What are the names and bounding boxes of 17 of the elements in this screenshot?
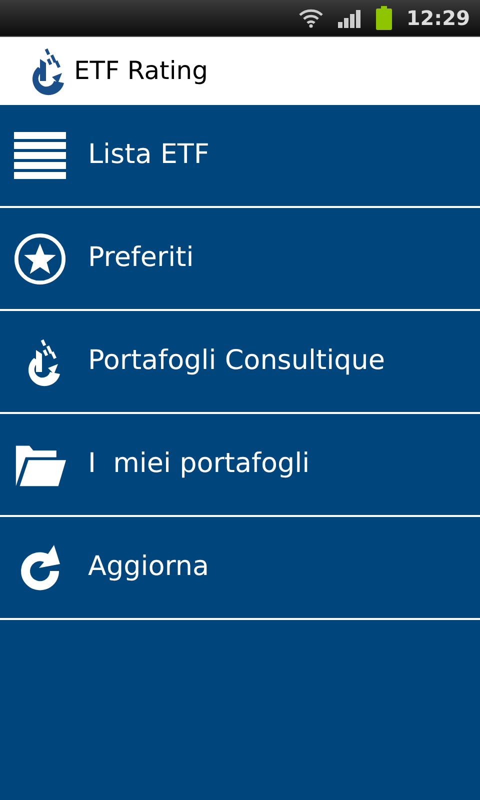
- menu-item[interactable]: Portafogli Consultique: [0, 311, 480, 414]
- menu-label: I miei portafogli: [88, 447, 310, 482]
- menu-label: Lista ETF: [88, 138, 210, 172]
- app-title: ETF Rating: [74, 55, 208, 88]
- menu-label: Portafogli Consultique: [88, 344, 385, 378]
- menu-label: Preferiti: [88, 241, 194, 276]
- menu-item[interactable]: I miei portafogli: [0, 414, 480, 517]
- menu-item[interactable]: Preferiti: [0, 208, 480, 311]
- wifi-icon: [298, 8, 324, 28]
- menu-label: Aggiorna: [88, 550, 210, 584]
- folder-icon: [14, 442, 66, 486]
- signal-icon: [338, 8, 362, 28]
- menu-item[interactable]: Aggiorna: [0, 517, 480, 620]
- menu-item[interactable]: Lista ETF: [0, 105, 480, 208]
- battery-icon: [376, 6, 392, 30]
- status-time: 12:29: [406, 5, 470, 32]
- list-icon: [14, 132, 66, 180]
